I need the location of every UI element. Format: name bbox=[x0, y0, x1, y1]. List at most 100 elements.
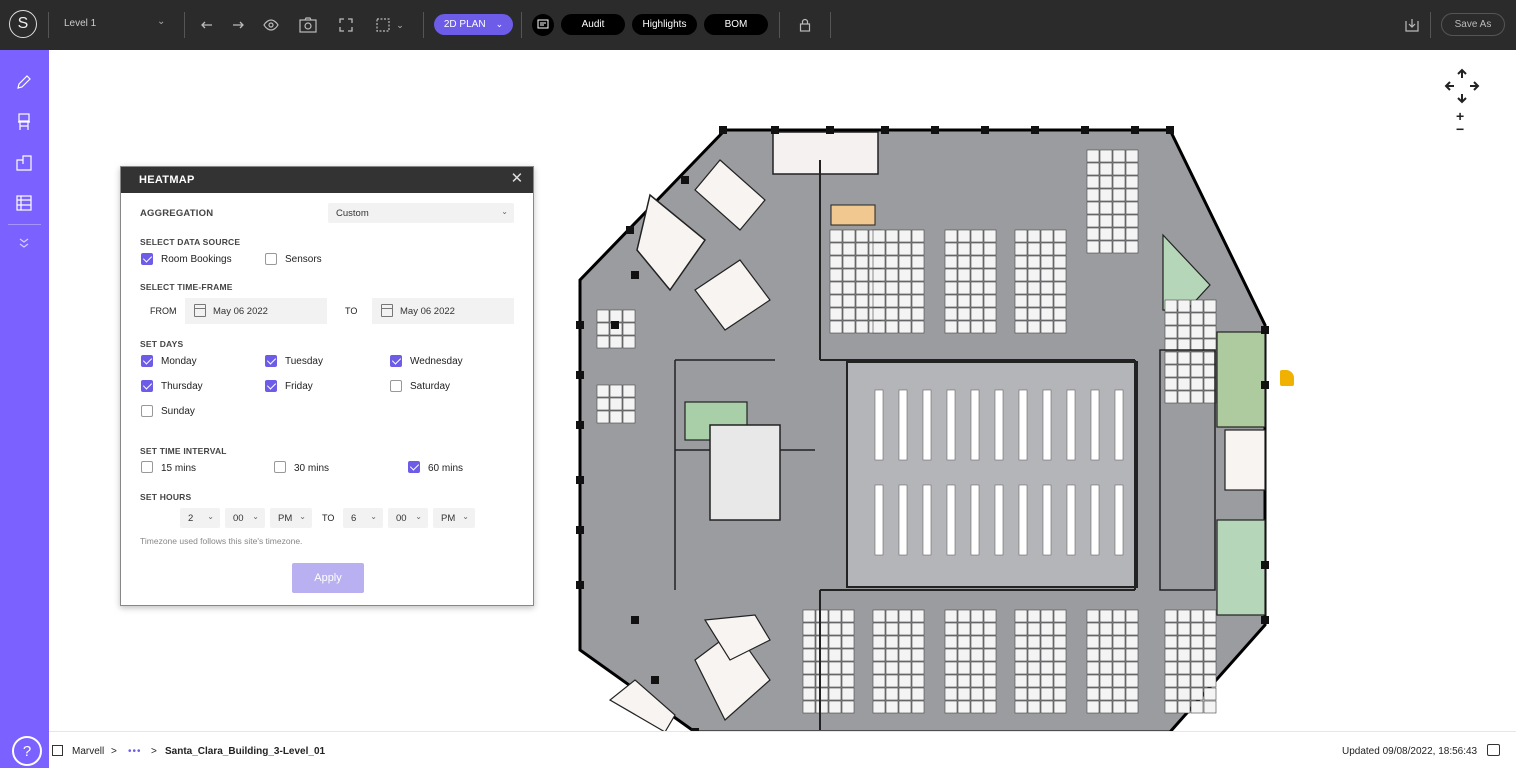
breadcrumb-org[interactable]: Marvell bbox=[72, 746, 104, 757]
floor-plan[interactable] bbox=[575, 120, 1294, 736]
divider bbox=[184, 12, 185, 38]
divider bbox=[779, 12, 780, 38]
apply-button[interactable]: Apply bbox=[292, 563, 364, 593]
from-date-input[interactable]: May 06 2022 bbox=[185, 298, 327, 324]
to-ampm-select[interactable]: PM ⌄ bbox=[433, 508, 475, 528]
sensors-label: Sensors bbox=[285, 254, 322, 265]
highlights-button[interactable]: Highlights bbox=[632, 14, 697, 35]
keyboard-icon[interactable] bbox=[1487, 744, 1500, 756]
divider bbox=[1430, 12, 1431, 38]
bom-button[interactable]: BOM bbox=[704, 14, 768, 35]
footer-breadcrumb-bar: Marvell > ••• > Santa_Clara_Building_3-L… bbox=[49, 731, 1516, 768]
audit-button[interactable]: Audit bbox=[561, 14, 625, 35]
60-mins-label: 60 mins bbox=[428, 463, 464, 474]
chevron-down-icon: ⌄ bbox=[495, 19, 504, 29]
comment-icon[interactable] bbox=[532, 14, 554, 36]
aggregation-select[interactable]: Custom ⌄ bbox=[328, 203, 514, 223]
app-logo[interactable]: S bbox=[9, 10, 37, 38]
breadcrumb-separator: > bbox=[151, 746, 157, 757]
chevron-down-icon[interactable]: ⌄ bbox=[394, 14, 406, 36]
from-label: FROM bbox=[150, 306, 177, 316]
close-icon[interactable]: ✕ bbox=[510, 171, 524, 186]
hours-label: SET HOURS bbox=[140, 492, 192, 502]
to-hour-select[interactable]: 6 ⌄ bbox=[343, 508, 383, 528]
screenshot-icon[interactable] bbox=[297, 14, 319, 36]
heatmap-panel: HEATMAP ✕ AGGREGATION Custom ⌄ SELECT DA… bbox=[120, 166, 534, 606]
to-minute-value: 00 bbox=[396, 512, 407, 524]
from-ampm-select[interactable]: PM ⌄ bbox=[270, 508, 312, 528]
save-as-button[interactable]: Save As bbox=[1441, 13, 1505, 36]
divider bbox=[521, 12, 522, 38]
interval-label: SET TIME INTERVAL bbox=[140, 446, 227, 456]
divider bbox=[423, 12, 424, 38]
fullscreen-icon[interactable] bbox=[335, 14, 357, 36]
from-hour-select[interactable]: 2 ⌄ bbox=[180, 508, 220, 528]
timeframe-label: SELECT TIME-FRAME bbox=[140, 282, 233, 292]
top-toolbar: S Level 1 ⌄ ⌄ 2D PLAN ⌄ Audit Highlights… bbox=[0, 0, 1516, 50]
panel-title: HEATMAP bbox=[139, 174, 195, 186]
help-button[interactable]: ? bbox=[12, 736, 42, 766]
location-marker-icon[interactable] bbox=[1280, 370, 1294, 386]
room-bookings-label: Room Bookings bbox=[161, 254, 232, 265]
chevron-down-icon: ⌄ bbox=[370, 512, 377, 521]
room-bookings-checkbox[interactable] bbox=[141, 253, 153, 265]
monday-checkbox[interactable] bbox=[141, 355, 153, 367]
chevron-down-icon[interactable]: ⌄ bbox=[157, 16, 165, 27]
chevron-down-icon: ⌄ bbox=[415, 512, 422, 521]
30-mins-label: 30 mins bbox=[294, 463, 330, 474]
last-updated: Updated 09/08/2022, 18:56:43 bbox=[1342, 746, 1478, 757]
eye-icon[interactable] bbox=[260, 14, 282, 36]
divider bbox=[8, 224, 41, 225]
sensors-checkbox[interactable] bbox=[265, 253, 277, 265]
select-area-icon[interactable] bbox=[372, 14, 394, 36]
pan-control-icon[interactable] bbox=[1444, 68, 1480, 104]
undo-icon[interactable] bbox=[196, 14, 218, 36]
data-source-label: SELECT DATA SOURCE bbox=[140, 237, 241, 247]
15-mins-label: 15 mins bbox=[161, 463, 197, 474]
lock-icon[interactable] bbox=[794, 14, 816, 36]
friday-label: Friday bbox=[285, 381, 313, 392]
from-minute-select[interactable]: 00 ⌄ bbox=[225, 508, 265, 528]
15-mins-checkbox[interactable] bbox=[141, 461, 153, 473]
friday-checkbox[interactable] bbox=[265, 380, 277, 392]
download-icon[interactable] bbox=[1401, 14, 1423, 36]
pencil-icon[interactable] bbox=[12, 70, 36, 94]
chevron-down-icon: ⌄ bbox=[462, 512, 469, 521]
redo-icon[interactable] bbox=[227, 14, 249, 36]
2d-plan-button[interactable]: 2D PLAN ⌄ bbox=[434, 14, 513, 35]
breadcrumb-building[interactable]: Santa_Clara_Building_3-Level_01 bbox=[165, 746, 325, 757]
chevron-down-icon: ⌄ bbox=[501, 207, 508, 216]
thursday-checkbox[interactable] bbox=[141, 380, 153, 392]
60-mins-checkbox[interactable] bbox=[408, 461, 420, 473]
wednesday-checkbox[interactable] bbox=[390, 355, 402, 367]
tuesday-label: Tuesday bbox=[285, 356, 323, 367]
wednesday-label: Wednesday bbox=[410, 356, 463, 367]
2d-plan-label: 2D PLAN bbox=[443, 19, 486, 30]
double-chevron-down-icon[interactable] bbox=[12, 231, 36, 255]
tuesday-checkbox[interactable] bbox=[265, 355, 277, 367]
to-minute-select[interactable]: 00 ⌄ bbox=[388, 508, 428, 528]
zoom-out-button[interactable]: − bbox=[1456, 121, 1464, 137]
from-date-value: May 06 2022 bbox=[213, 305, 268, 317]
chevron-down-icon: ⌄ bbox=[252, 512, 259, 521]
to-hour-value: 6 bbox=[351, 512, 357, 524]
from-minute-value: 00 bbox=[233, 512, 244, 524]
sunday-checkbox[interactable] bbox=[141, 405, 153, 417]
panel-header: HEATMAP ✕ bbox=[121, 167, 533, 193]
floorplan-icon[interactable] bbox=[12, 151, 36, 175]
sunday-label: Sunday bbox=[161, 406, 195, 417]
30-mins-checkbox[interactable] bbox=[274, 461, 286, 473]
level-select[interactable]: Level 1 bbox=[64, 18, 96, 29]
breadcrumb-ellipsis[interactable]: ••• bbox=[128, 746, 142, 757]
chevron-down-icon: ⌄ bbox=[207, 512, 214, 521]
chair-icon[interactable] bbox=[12, 110, 36, 134]
to-date-value: May 06 2022 bbox=[400, 305, 455, 317]
calendar-icon bbox=[381, 304, 393, 317]
table-icon[interactable] bbox=[12, 191, 36, 215]
divider bbox=[830, 12, 831, 38]
to-date-input[interactable]: May 06 2022 bbox=[372, 298, 514, 324]
saturday-checkbox[interactable] bbox=[390, 380, 402, 392]
left-sidebar bbox=[0, 50, 49, 768]
building-icon bbox=[52, 745, 63, 756]
calendar-icon bbox=[194, 304, 206, 317]
